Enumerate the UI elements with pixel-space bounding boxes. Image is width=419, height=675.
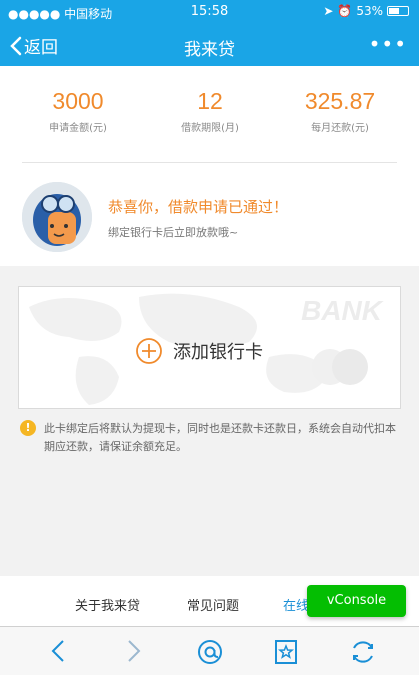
alarm-icon: ⏰ xyxy=(337,4,353,18)
vconsole-button[interactable]: vConsole xyxy=(307,585,406,617)
divider xyxy=(22,162,397,163)
monthly-value: 325.87 xyxy=(304,88,376,114)
notice-text: 此卡绑定后将默认为提现卡，同时也是还款卡还款日，系统会自动代扣本期应还款，请保证… xyxy=(44,422,396,453)
battery-level xyxy=(389,8,399,14)
add-bank-card-button[interactable]: BANK 添加银行卡 xyxy=(18,286,401,409)
plus-circle-icon xyxy=(136,338,162,364)
monthly-label: 每月还款(元) xyxy=(311,123,369,134)
approval-title: 恭喜你，借款申请已通过！ xyxy=(108,198,289,216)
add-bank-card: 添加银行卡 xyxy=(135,337,263,365)
battery-percent: 53% xyxy=(356,4,383,18)
add-bank-card-label: 添加银行卡 xyxy=(173,342,263,363)
about-link[interactable]: 关于我来贷 xyxy=(75,595,140,614)
online-service-link[interactable]: 在线 xyxy=(283,595,309,614)
status-bar: ●●●●● 中国移动 15:58 ➤ ⏰ 53% xyxy=(0,0,419,24)
browser-toolbar xyxy=(0,626,419,675)
location-icon: ➤ xyxy=(323,4,334,18)
stat-term: 12 借款期限(月) xyxy=(140,88,280,134)
bookmark-star-icon[interactable] xyxy=(274,639,298,665)
term-label: 借款期限(月) xyxy=(181,123,239,134)
bank-watermark: BANK xyxy=(301,295,382,326)
approval-subtitle: 绑定银行卡后立即放款哦~ xyxy=(108,226,239,239)
card-logo-icon xyxy=(312,349,368,385)
term-value: 12 xyxy=(197,88,223,114)
notice: ! 此卡绑定后将默认为提现卡，同时也是还款卡还款日，系统会自动代扣本期应还款，请… xyxy=(20,420,404,456)
page-title: 我来贷 xyxy=(184,40,235,60)
more-button[interactable]: ••• xyxy=(369,34,407,54)
nav-bar: 返回 我来贷 ••• xyxy=(0,24,419,66)
faq-link[interactable]: 常见问题 xyxy=(187,595,239,614)
forward-arrow-icon[interactable] xyxy=(126,639,142,663)
battery-icon xyxy=(387,6,409,16)
stat-monthly: 325.87 每月还款(元) xyxy=(270,88,410,134)
refresh-icon[interactable] xyxy=(350,639,376,665)
mascot-avatar xyxy=(22,182,92,252)
stat-amount: 3000 申请金额(元) xyxy=(8,88,148,134)
amount-value: 3000 xyxy=(52,88,104,114)
amount-label: 申请金额(元) xyxy=(49,123,107,134)
warning-icon: ! xyxy=(20,420,36,436)
loan-summary: 3000 申请金额(元) 12 借款期限(月) 325.87 每月还款(元) 恭… xyxy=(0,66,419,266)
back-arrow-icon[interactable] xyxy=(50,639,66,663)
at-icon[interactable] xyxy=(196,639,224,665)
